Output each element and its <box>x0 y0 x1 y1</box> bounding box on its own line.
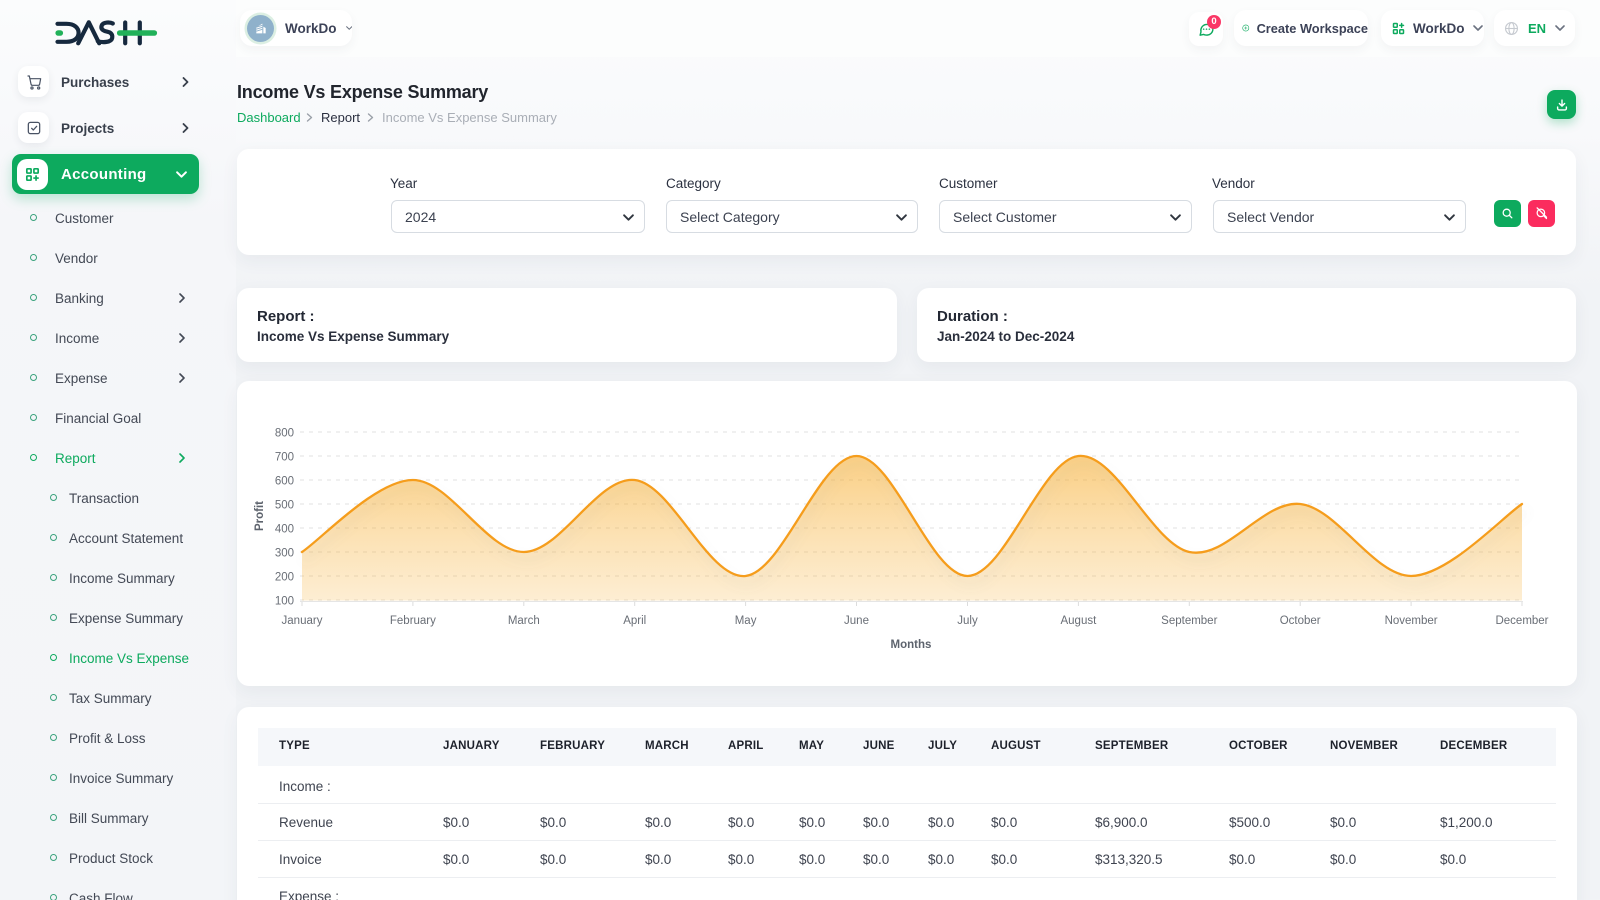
svg-text:January: January <box>282 615 323 627</box>
svg-text:600: 600 <box>275 476 294 488</box>
svg-text:June: June <box>844 615 869 627</box>
svg-text:August: August <box>1060 615 1097 627</box>
svg-text:Months: Months <box>891 639 932 651</box>
svg-text:Profit: Profit <box>254 501 266 531</box>
svg-text:100: 100 <box>275 596 294 608</box>
svg-text:November: November <box>1385 615 1438 627</box>
svg-text:700: 700 <box>275 452 294 464</box>
svg-text:July: July <box>957 615 978 627</box>
svg-text:April: April <box>623 615 646 627</box>
svg-text:February: February <box>390 615 436 627</box>
svg-text:800: 800 <box>275 428 294 440</box>
svg-text:May: May <box>735 615 757 627</box>
svg-text:500: 500 <box>275 500 294 512</box>
svg-text:March: March <box>508 615 540 627</box>
svg-text:September: September <box>1161 615 1217 627</box>
svg-text:200: 200 <box>275 572 294 584</box>
svg-text:October: October <box>1280 615 1321 627</box>
svg-text:300: 300 <box>275 548 294 560</box>
svg-text:400: 400 <box>275 524 294 536</box>
svg-text:December: December <box>1495 615 1548 627</box>
